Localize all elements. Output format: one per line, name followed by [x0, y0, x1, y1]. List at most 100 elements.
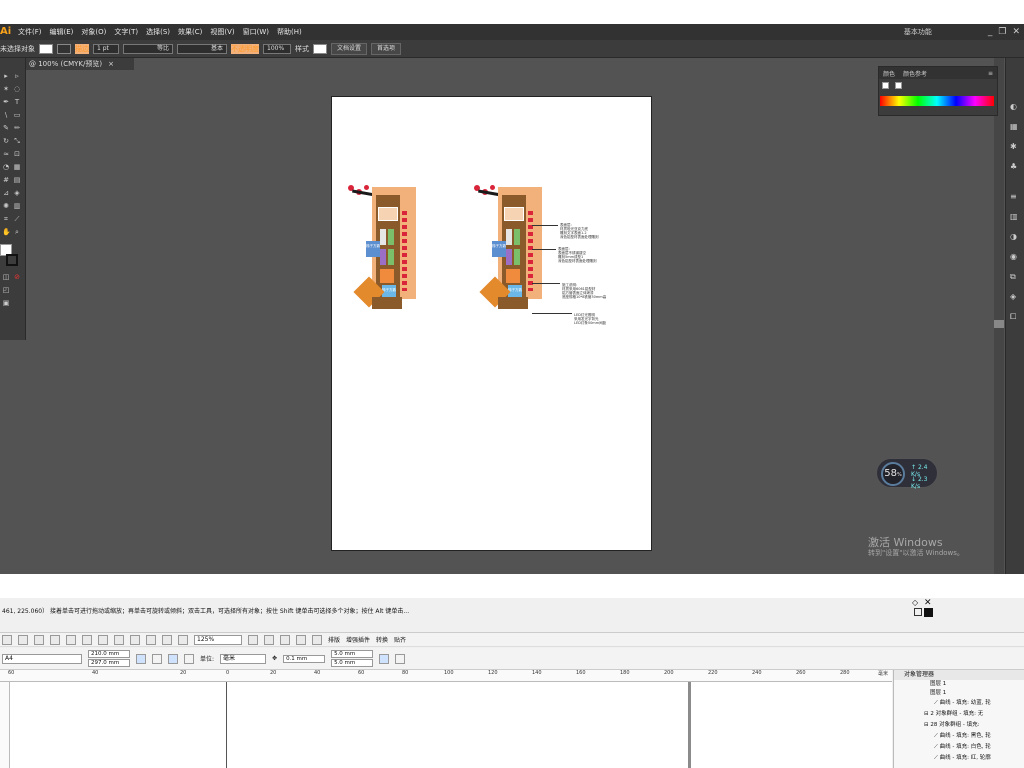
gradient-tool-icon[interactable]: ▤	[13, 176, 21, 184]
open-icon[interactable]	[18, 634, 28, 645]
scale-tool-icon[interactable]: ⤡	[13, 137, 21, 145]
duplicate-x-field[interactable]: 5.0 mm	[331, 650, 374, 658]
vertical-ruler[interactable]	[0, 682, 10, 768]
document-tab[interactable]: @ 100% (CMYK/预览) ×	[26, 58, 134, 70]
slice-tool-icon[interactable]: ⟋	[13, 215, 21, 223]
stroke-swatch[interactable]	[57, 43, 71, 54]
layer-name[interactable]: 图层 1	[894, 680, 1024, 689]
publish-icon[interactable]	[178, 634, 188, 645]
fill-swatch[interactable]	[39, 43, 53, 54]
close-icon[interactable]: ✕	[1012, 27, 1020, 37]
menu-help[interactable]: 帮助(H)	[273, 27, 306, 37]
menu-type[interactable]: 文字(T)	[110, 27, 142, 37]
object-row[interactable]: ⟋ 曲线 - 填充: 白色, 轮	[894, 742, 1024, 753]
warp-tool-icon[interactable]: ≈	[2, 150, 10, 158]
tab-color[interactable]: 颜色	[883, 69, 895, 78]
export-icon[interactable]	[162, 634, 172, 645]
network-speed-widget[interactable]: 58% ↑ 2.4 K/s ↓ 2.3 K/s	[876, 458, 938, 490]
undo-icon[interactable]	[114, 634, 124, 645]
color-spectrum[interactable]	[880, 96, 994, 106]
selection-tool-icon[interactable]: ▸	[2, 72, 10, 80]
layer-name[interactable]: 图层 1	[894, 689, 1024, 698]
opacity-field[interactable]: 100%	[263, 43, 291, 54]
document-setup-button[interactable]: 文档设置	[331, 42, 368, 55]
type-tool-icon[interactable]: T	[13, 98, 21, 106]
all-pages-icon[interactable]	[168, 653, 178, 664]
screen-mode-icon[interactable]: ▣	[2, 299, 10, 307]
zoom-selected-icon[interactable]	[280, 634, 290, 645]
convert-button[interactable]: 转换	[376, 635, 388, 644]
object-row[interactable]: ⊟ 2 对象群组 - 填充: 无	[894, 709, 1024, 720]
stroke-label[interactable]: 描边	[75, 43, 89, 54]
artboards-panel-icon[interactable]: ⧠	[1010, 312, 1016, 322]
symbols-panel-icon[interactable]: ♣	[1010, 162, 1017, 171]
enhance-plugin-button[interactable]: 增强插件	[346, 635, 370, 644]
current-page-icon[interactable]	[184, 653, 194, 664]
page-size-select[interactable]: A4	[2, 653, 82, 664]
color-panel-icon[interactable]: ◐	[1010, 102, 1017, 111]
edit-all-pages-icon[interactable]	[379, 653, 390, 664]
graphic-styles-panel-icon[interactable]: ⧉	[1010, 272, 1016, 282]
artboard[interactable]: 梯子方鼎 梯子方鼎 梯子方鼎 梯子方鼎 表面层: 材质哑光亚克力底 雕刻文字表面…	[331, 96, 652, 551]
page-height-field[interactable]: 297.0 mm	[88, 659, 130, 667]
zoom-page-icon[interactable]	[312, 634, 322, 645]
layout-button[interactable]: 排版	[328, 635, 340, 644]
tab-close-icon[interactable]: ×	[108, 60, 114, 68]
magic-wand-tool-icon[interactable]: ✶	[2, 85, 10, 93]
workspace-switcher[interactable]: 基本功能	[904, 27, 932, 37]
panel-fill-swatch[interactable]	[882, 82, 889, 89]
brushes-panel-icon[interactable]: ✱	[1010, 142, 1017, 151]
object-row[interactable]: ⊟ 28 对象群组 - 填充:	[894, 720, 1024, 731]
profile-uniform-select[interactable]: 等比	[123, 43, 173, 54]
zoom-tool-icon[interactable]: ⌕	[13, 228, 21, 236]
cut-icon[interactable]	[66, 634, 76, 645]
new-document-icon[interactable]	[2, 634, 12, 645]
none-color-icon[interactable]: ⊘	[13, 273, 21, 281]
free-transform-tool-icon[interactable]: ⊡	[13, 150, 21, 158]
style-swatch[interactable]	[313, 43, 327, 54]
swatches-panel-icon[interactable]: ▦	[1010, 122, 1018, 131]
minimize-icon[interactable]: _	[988, 27, 993, 37]
tab-color-guide[interactable]: 颜色参考	[903, 69, 927, 78]
object-row[interactable]: ⟋ 曲线 - 填充: 红, 轮廓	[894, 753, 1024, 764]
landscape-icon[interactable]	[152, 653, 162, 664]
perspective-tool-icon[interactable]: ▦	[13, 163, 21, 171]
redo-icon[interactable]	[130, 634, 140, 645]
object-row[interactable]: ⟋ 曲线 - 填充: 幼蓝, 轮	[894, 698, 1024, 709]
menu-select[interactable]: 选择(S)	[142, 27, 174, 37]
mesh-tool-icon[interactable]: #	[2, 176, 10, 184]
shape-builder-tool-icon[interactable]: ◔	[2, 163, 10, 171]
duplicate-y-field[interactable]: 5.0 mm	[331, 659, 374, 667]
horizontal-ruler[interactable]: 60 40 20 0 20 40 60 80 100 120 140 160 1…	[0, 670, 892, 682]
scrollbar-thumb[interactable]	[994, 320, 1004, 328]
portrait-icon[interactable]	[136, 653, 146, 664]
hand-tool-icon[interactable]: ✋	[2, 228, 11, 236]
panel-menu-icon[interactable]: ≡	[988, 70, 993, 77]
pencil-tool-icon[interactable]: ✏	[13, 124, 21, 132]
layers-panel-icon[interactable]: ◈	[1010, 292, 1016, 301]
brush-basic-select[interactable]: 基本	[177, 43, 227, 54]
copy-icon[interactable]	[82, 634, 92, 645]
column-graph-tool-icon[interactable]: ▥	[13, 202, 21, 210]
preferences-button[interactable]: 首选项	[371, 42, 402, 55]
nudge-distance-field[interactable]: 0.1 mm	[283, 654, 326, 663]
zoom-level-select[interactable]: 125%	[194, 634, 242, 645]
menu-view[interactable]: 视图(V)	[206, 27, 238, 37]
symbol-sprayer-tool-icon[interactable]: ✺	[2, 202, 10, 210]
page-width-field[interactable]: 210.0 mm	[88, 650, 130, 658]
default-colors-icon[interactable]: ◫	[2, 273, 10, 281]
snap-button[interactable]: 贴齐	[394, 635, 406, 644]
vertical-scrollbar[interactable]	[994, 58, 1004, 574]
edit-current-page-icon[interactable]	[395, 653, 406, 664]
stroke-panel-icon[interactable]: ≡	[1010, 192, 1017, 201]
paste-icon[interactable]	[98, 634, 108, 645]
artboard-tool-icon[interactable]: ⌗	[2, 215, 10, 223]
direct-selection-tool-icon[interactable]: ▹	[13, 72, 21, 80]
menu-object[interactable]: 对象(O)	[77, 27, 110, 37]
menu-effect[interactable]: 效果(C)	[174, 27, 206, 37]
stroke-weight-field[interactable]: 1 pt	[93, 43, 119, 54]
transparency-panel-icon[interactable]: ◑	[1010, 232, 1017, 241]
restore-icon[interactable]: ❐	[998, 27, 1006, 37]
draw-normal-icon[interactable]: ◰	[2, 286, 10, 294]
blend-tool-icon[interactable]: ◈	[13, 189, 21, 197]
